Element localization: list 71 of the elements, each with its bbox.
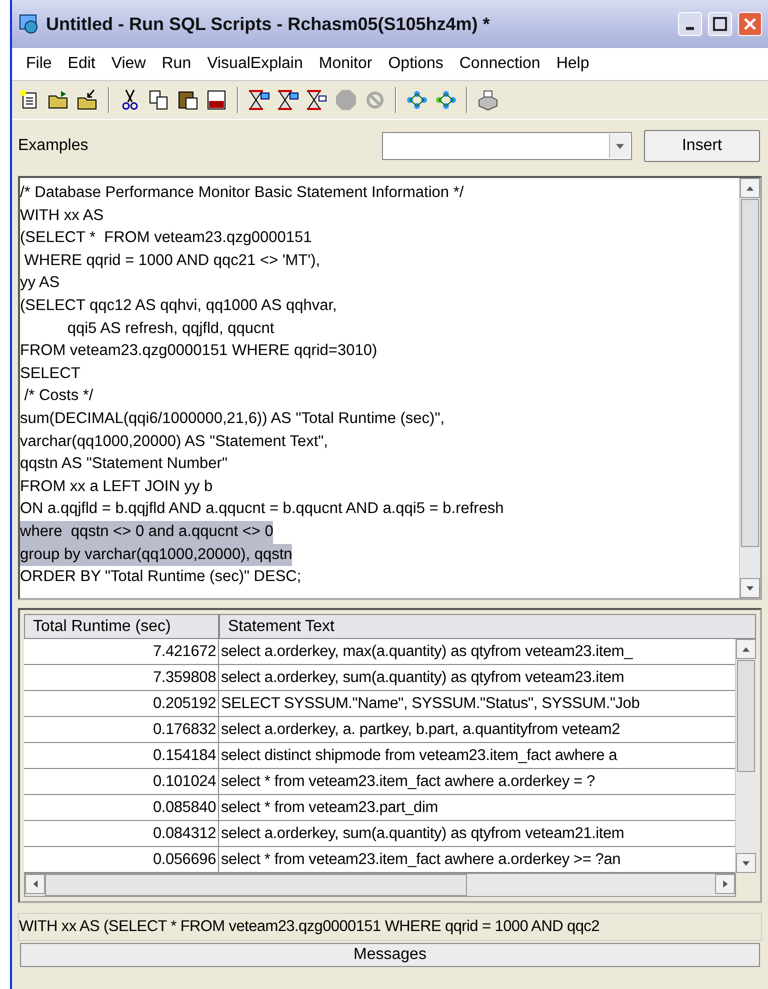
code-line: ON a.qqjfld = b.qqjfld AND a.qqucnt = b.qqucnt AND a.qqi5 = b.refresh	[20, 499, 504, 520]
close-icon	[743, 17, 757, 31]
table-cell-text: select a.orderkey, max(a.quantity) as qtyfrom veteam23.item_	[220, 642, 634, 662]
code-line: FROM xx a LEFT JOIN yy b	[20, 476, 213, 497]
table-cell: 0.056696	[24, 847, 219, 872]
code-line: FROM veteam23.qzg0000151 WHERE qqrid=3010)	[20, 341, 378, 362]
table-cell: 0.154184	[24, 743, 219, 768]
minimize-icon	[686, 26, 694, 30]
app-icon	[18, 13, 40, 35]
window-title: Untitled - Run SQL Scripts - Rchasm05(S105hz4m) *	[46, 14, 491, 34]
table-cell: 7.359808	[24, 665, 219, 690]
menu-item[interactable]: Connection	[451, 55, 548, 73]
table-cell: 0.084312	[24, 821, 219, 846]
code-line: SELECT	[20, 364, 80, 384]
code-line: varchar(qq1000,20000) AS "Statement Text",	[20, 432, 328, 452]
table-cell: 0.101024	[24, 769, 219, 794]
menu-item[interactable]: Help	[548, 55, 598, 73]
table-cell-text: select a.orderkey, a. partkey, b.part, a.quantityfrom veteam2	[220, 720, 622, 740]
table-cell-text: select a.orderkey, sum(a.quantity) as qtyfrom veteam21.item	[220, 824, 626, 844]
code-line: yy AS	[20, 273, 60, 294]
scrollbar-thumb[interactable]	[741, 199, 759, 547]
examples-label: Examples	[18, 137, 90, 155]
hourglass-icon[interactable]	[247, 88, 271, 112]
table-cell-text: SELECT SYSSUM."Name", SYSSUM."Status", SYSSUM."Job	[220, 694, 641, 714]
hourglass-icon[interactable]	[305, 88, 329, 112]
messages-button[interactable]: Messages	[20, 943, 760, 967]
code-line: /* Costs */	[23, 386, 94, 406]
scrollbar-thumb[interactable]	[45, 874, 467, 896]
table-cell: 7.421672	[24, 639, 219, 664]
menu-item[interactable]: View	[103, 55, 154, 73]
table-cell: 0.085840	[24, 795, 219, 820]
column-header[interactable]: Total Runtime (sec)	[24, 614, 219, 639]
code-line: (SELECT * FROM veteam23.qzg0000151	[20, 228, 312, 248]
code-line: sum(DECIMAL(qqi6/1000000,21,6)) AS "Total Runtime (sec)",	[20, 408, 445, 429]
sql-editor[interactable]	[18, 176, 762, 600]
maximize-icon	[713, 17, 727, 31]
maximize-button[interactable]	[708, 12, 732, 36]
menu-item[interactable]: Run	[154, 55, 200, 73]
table-cell-text: select distinct shipmode from veteam23.item_fact awhere a	[220, 746, 618, 766]
menu-item[interactable]: Edit	[60, 55, 104, 73]
vertical-scrollbar[interactable]	[735, 639, 756, 873]
code-line: qqstn AS "Statement Number"	[20, 454, 228, 474]
network-icon[interactable]	[434, 88, 458, 112]
menu-item[interactable]: File	[18, 55, 60, 73]
table-cell: 0.176832	[24, 717, 219, 742]
table-cell-text: select * from veteam23.item_fact awhere a.orderkey = ?	[220, 772, 596, 792]
statement-text: WITH xx AS (SELECT * FROM veteam23.qzg0000151 WHERE qqrid = 1000 AND qqc2	[18, 913, 762, 941]
network-icon[interactable]	[405, 88, 429, 112]
printer-icon[interactable]	[476, 88, 500, 112]
table-cell-text: select * from veteam23.item_fact awhere a.orderkey >= ?an	[220, 850, 622, 870]
code-line: WITH xx AS	[20, 206, 104, 226]
code-line: ORDER BY "Total Runtime (sec)" DESC;	[20, 567, 302, 588]
table-cell-text: select * from veteam23.part_dim	[220, 798, 439, 818]
minimize-button[interactable]	[678, 12, 702, 36]
hourglass-icon[interactable]	[276, 88, 300, 112]
menu-item[interactable]: VisualExplain	[199, 55, 311, 73]
scrollbar-thumb[interactable]	[737, 660, 755, 772]
examples-dropdown[interactable]	[382, 132, 632, 160]
column-header[interactable]: Statement Text	[219, 614, 756, 639]
menu-item[interactable]: Monitor	[310, 55, 380, 73]
table-cell-text: select a.orderkey, sum(a.quantity) as qtyfrom veteam23.item	[220, 668, 626, 688]
vertical-scrollbar[interactable]	[739, 178, 760, 598]
code-line: qqi5 AS refresh, qqjfld, qqucnt	[66, 318, 274, 339]
code-line: /* Database Performance Monitor Basic Statement Information */	[20, 183, 464, 203]
code-line: (SELECT qqc12 AS qqhvi, qq1000 AS qqhvar,	[20, 296, 337, 316]
close-button[interactable]	[738, 12, 762, 36]
insert-button[interactable]: Insert	[644, 130, 760, 162]
code-line: WHERE qqrid = 1000 AND qqc21 <> 'MT'),	[23, 250, 320, 271]
table-cell: 0.205192	[24, 691, 219, 716]
menu-item[interactable]: Options	[380, 55, 452, 73]
horizontal-scrollbar[interactable]	[24, 873, 736, 897]
